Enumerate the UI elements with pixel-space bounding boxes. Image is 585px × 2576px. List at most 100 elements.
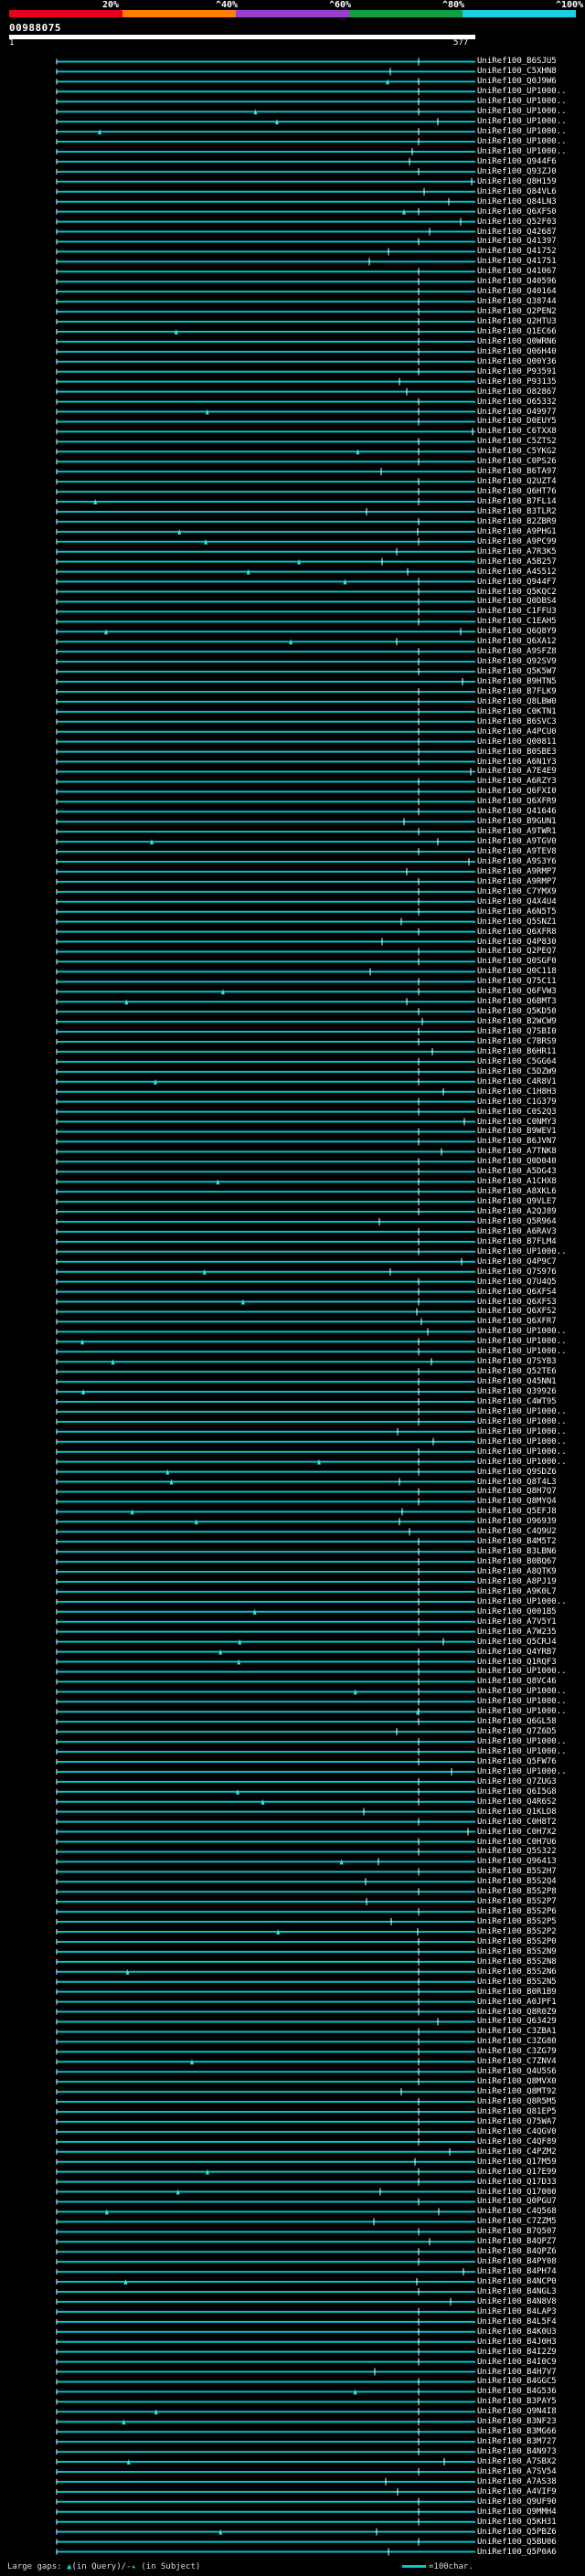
hit-label[interactable]: UniRef100_Q4R6S2 <box>477 1797 583 1807</box>
hit-label[interactable]: UniRef100_Q6XFR9 <box>477 797 583 806</box>
hit-label[interactable]: UniRef100_UP1000.. <box>477 127 583 136</box>
hit-label[interactable]: UniRef100_A8XKL6 <box>477 1187 583 1196</box>
hit-label[interactable]: UniRef100_B2ZBR9 <box>477 517 583 526</box>
hit-label[interactable]: UniRef100_B5S2N6 <box>477 1967 583 1977</box>
hit-label[interactable]: UniRef100_B4N8V8 <box>477 2297 583 2306</box>
hit-label[interactable]: UniRef100_C7YMX9 <box>477 887 583 896</box>
hit-label[interactable]: UniRef100_B3LBN6 <box>477 1547 583 1556</box>
hit-label[interactable]: UniRef100_Q1RQF3 <box>477 1658 583 1667</box>
hit-label[interactable]: UniRef100_B9GUN1 <box>477 817 583 826</box>
hit-label[interactable]: UniRef100_C5GG64 <box>477 1057 583 1066</box>
hit-label[interactable]: UniRef100_A6N5T5 <box>477 907 583 917</box>
hit-label[interactable]: UniRef100_B9HTN5 <box>477 677 583 686</box>
hit-label[interactable]: UniRef100_UP1000.. <box>477 1347 583 1356</box>
hit-label[interactable]: UniRef100_B7FL14 <box>477 497 583 506</box>
hit-label[interactable]: UniRef100_B7Q507 <box>477 2227 583 2236</box>
hit-label[interactable]: UniRef100_Q2HTU3 <box>477 317 583 326</box>
hit-label[interactable]: UniRef100_Q41646 <box>477 807 583 816</box>
hit-label[interactable]: UniRef100_B4H7V7 <box>477 2368 583 2377</box>
hit-label[interactable]: UniRef100_Q2PEQ7 <box>477 947 583 956</box>
hit-label[interactable]: UniRef100_Q84VL6 <box>477 187 583 196</box>
hit-label[interactable]: UniRef100_Q1KLD8 <box>477 1807 583 1817</box>
hit-label[interactable]: UniRef100_Q41067 <box>477 267 583 276</box>
hit-label[interactable]: UniRef100_A8PJ19 <box>477 1577 583 1586</box>
hit-label[interactable]: UniRef100_B0R1B9 <box>477 1988 583 1997</box>
hit-label[interactable]: UniRef100_Q6XFS2 <box>477 1307 583 1316</box>
hit-label[interactable]: UniRef100_C0PS26 <box>477 457 583 466</box>
hit-label[interactable]: UniRef100_Q0C118 <box>477 967 583 976</box>
hit-label[interactable]: UniRef100_Q40596 <box>477 277 583 286</box>
hit-label[interactable]: UniRef100_Q2UZT4 <box>477 477 583 486</box>
hit-label[interactable]: UniRef100_Q4YRB7 <box>477 1648 583 1657</box>
hit-label[interactable]: UniRef100_B2WCW9 <box>477 1017 583 1026</box>
hit-label[interactable]: UniRef100_Q6FXI0 <box>477 787 583 796</box>
hit-label[interactable]: UniRef100_B4I2Z9 <box>477 2348 583 2357</box>
hit-label[interactable]: UniRef100_Q41751 <box>477 257 583 266</box>
hit-label[interactable]: UniRef100_Q75WA7 <box>477 2117 583 2126</box>
hit-label[interactable]: UniRef100_UP1000.. <box>477 87 583 96</box>
hit-label[interactable]: UniRef100_UP1000.. <box>477 117 583 126</box>
hit-label[interactable]: UniRef100_Q7U4Q5 <box>477 1277 583 1287</box>
hit-label[interactable]: UniRef100_B5S2P0 <box>477 1937 583 1946</box>
hit-label[interactable]: UniRef100_Q5CRJ4 <box>477 1638 583 1647</box>
hit-label[interactable]: UniRef100_Q0SGF0 <box>477 957 583 966</box>
hit-label[interactable]: UniRef100_Q944F6 <box>477 157 583 166</box>
hit-label[interactable]: UniRef100_B3M727 <box>477 2437 583 2446</box>
hit-label[interactable]: UniRef100_Q8MYQ4 <box>477 1497 583 1506</box>
hit-label[interactable]: UniRef100_Q6XFR8 <box>477 928 583 937</box>
hit-label[interactable]: UniRef100_UP1000.. <box>477 1417 583 1426</box>
hit-label[interactable]: UniRef100_P93135 <box>477 377 583 387</box>
hit-label[interactable]: UniRef100_B5S2P7 <box>477 1897 583 1906</box>
hit-label[interactable]: UniRef100_UP1000.. <box>477 1458 583 1467</box>
hit-label[interactable]: UniRef100_Q7SYB3 <box>477 1357 583 1366</box>
hit-label[interactable]: UniRef100_Q40164 <box>477 287 583 296</box>
hit-label[interactable]: UniRef100_Q4U5S6 <box>477 2067 583 2076</box>
hit-label[interactable]: UniRef100_A4VIF9 <box>477 2487 583 2496</box>
hit-label[interactable]: UniRef100_C0H8T2 <box>477 1818 583 1827</box>
hit-label[interactable]: UniRef100_C0KTN1 <box>477 707 583 716</box>
hit-label[interactable]: UniRef100_Q9VLE7 <box>477 1197 583 1206</box>
hit-label[interactable]: UniRef100_B3PAY5 <box>477 2397 583 2406</box>
hit-label[interactable]: UniRef100_B5S2H7 <box>477 1867 583 1876</box>
hit-label[interactable]: UniRef100_Q6HT76 <box>477 487 583 496</box>
hit-label[interactable]: UniRef100_Q7SBI0 <box>477 1027 583 1036</box>
hit-label[interactable]: UniRef100_B5S2Q4 <box>477 1877 583 1886</box>
hit-label[interactable]: UniRef100_Q17E99 <box>477 2168 583 2177</box>
hit-label[interactable]: UniRef100_C5DZW9 <box>477 1067 583 1076</box>
hit-label[interactable]: UniRef100_A0JPF1 <box>477 1998 583 2007</box>
hit-label[interactable]: UniRef100_UP1000.. <box>477 1767 583 1776</box>
hit-label[interactable]: UniRef100_A7TNK8 <box>477 1147 583 1156</box>
hit-label[interactable]: UniRef100_B4J0H3 <box>477 2337 583 2347</box>
hit-label[interactable]: UniRef100_Q001B5 <box>477 1607 583 1617</box>
hit-label[interactable]: UniRef100_B5S2N9 <box>477 1947 583 1956</box>
hit-label[interactable]: UniRef100_UP1000.. <box>477 1597 583 1606</box>
hit-label[interactable]: UniRef100_Q0D040 <box>477 1157 583 1166</box>
hit-label[interactable]: UniRef100_Q63429 <box>477 2017 583 2026</box>
hit-label[interactable]: UniRef100_A7SBX2 <box>477 2457 583 2466</box>
hit-label[interactable]: UniRef100_Q5KQC2 <box>477 588 583 597</box>
hit-label[interactable]: UniRef100_D0EUY5 <box>477 417 583 426</box>
hit-label[interactable]: UniRef100_Q0WRN6 <box>477 337 583 346</box>
hit-label[interactable]: UniRef100_UP1000.. <box>477 1697 583 1706</box>
hit-label[interactable]: UniRef100_Q5BU06 <box>477 2538 583 2547</box>
hit-label[interactable]: UniRef100_A6RZY3 <box>477 777 583 786</box>
hit-label[interactable]: UniRef100_Q17M59 <box>477 2157 583 2167</box>
hit-label[interactable]: UniRef100_UP1000.. <box>477 1737 583 1746</box>
hit-label[interactable]: UniRef100_Q0PGU7 <box>477 2197 583 2206</box>
hit-label[interactable]: UniRef100_C4QGV0 <box>477 2127 583 2136</box>
hit-label[interactable]: UniRef100_Q5EFJ8 <box>477 1507 583 1516</box>
hit-label[interactable]: UniRef100_C3ZG79 <box>477 2047 583 2056</box>
hit-label[interactable]: UniRef100_Q8R5M5 <box>477 2097 583 2106</box>
hit-label[interactable]: UniRef100_C4PZM2 <box>477 2147 583 2157</box>
hit-label[interactable]: UniRef100_C4Q568 <box>477 2207 583 2216</box>
hit-label[interactable]: UniRef100_B6JVN7 <box>477 1137 583 1146</box>
hit-label[interactable]: UniRef100_C7ZNV4 <box>477 2057 583 2066</box>
hit-label[interactable]: UniRef100_A1CHX8 <box>477 1177 583 1186</box>
hit-label[interactable]: UniRef100_C1G379 <box>477 1097 583 1107</box>
hit-label[interactable]: UniRef100_Q9UF90 <box>477 2497 583 2507</box>
hit-label[interactable]: UniRef100_C5YKG2 <box>477 447 583 456</box>
hit-label[interactable]: UniRef100_A7E4E9 <box>477 767 583 776</box>
hit-label[interactable]: UniRef100_Q6XFS0 <box>477 207 583 217</box>
hit-label[interactable]: UniRef100_C1EAH5 <box>477 617 583 626</box>
hit-label[interactable]: UniRef100_A9TWR1 <box>477 827 583 836</box>
